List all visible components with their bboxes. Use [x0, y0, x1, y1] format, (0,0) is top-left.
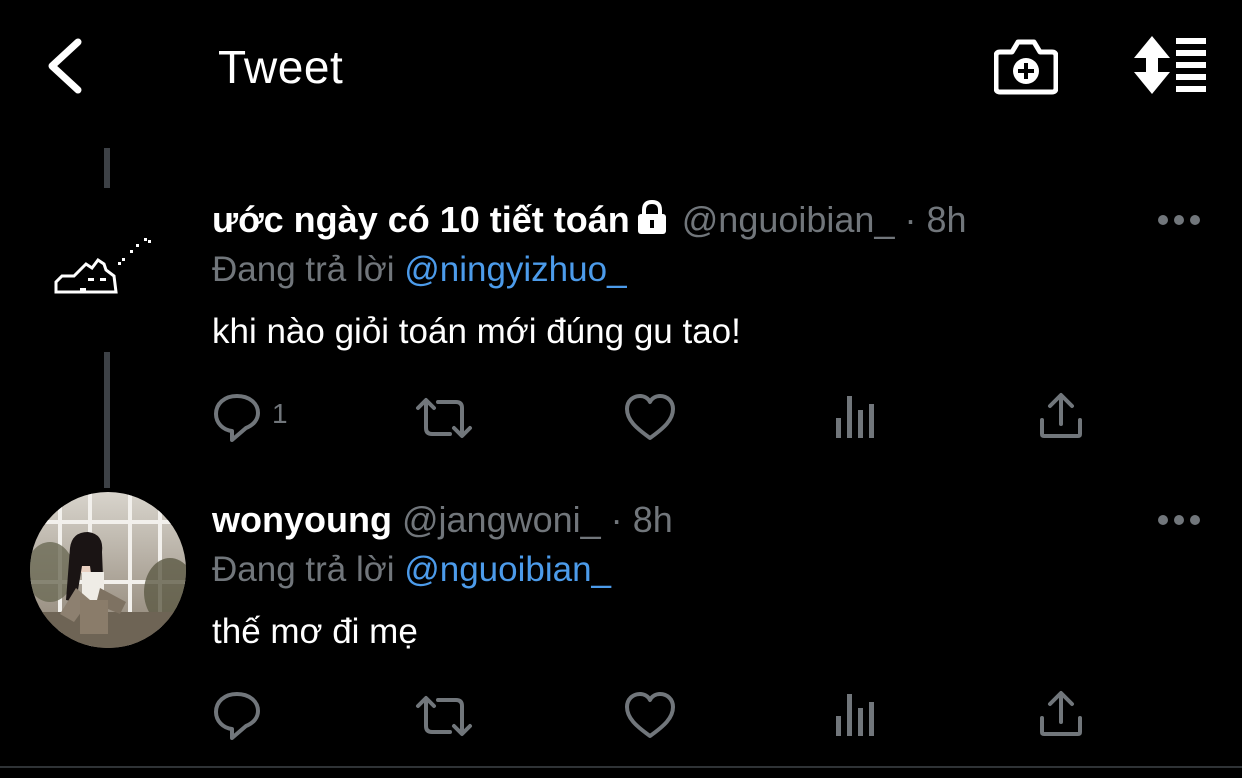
lock-icon — [637, 200, 666, 234]
retweet-icon — [416, 696, 472, 736]
reply-button[interactable] — [212, 688, 312, 744]
retweet-icon — [416, 398, 472, 438]
reply-count: 1 — [272, 398, 288, 429]
chevron-left-icon — [48, 38, 82, 94]
separator-dot: · — [610, 499, 623, 540]
analytics-button[interactable] — [834, 688, 878, 744]
mention-link[interactable]: @ningyizhuo_ — [404, 250, 626, 289]
sort-options-button[interactable] — [1130, 34, 1210, 96]
like-button[interactable] — [624, 390, 676, 446]
reply-icon — [214, 394, 260, 442]
more-options-button[interactable] — [1156, 210, 1202, 230]
user-handle[interactable]: @jangwoni_ — [402, 499, 601, 540]
top-nav-bar: Tweet — [0, 0, 1242, 140]
avatar[interactable] — [30, 192, 186, 348]
display-name[interactable]: ước ngày có 10 tiết toán — [212, 199, 630, 240]
user-handle[interactable]: @nguoibian_ — [682, 199, 895, 240]
replying-to-label: Đang trả lời — [212, 550, 395, 589]
tweet-header: wonyoung @jangwoni_ · 8h — [212, 498, 673, 542]
back-button[interactable] — [40, 34, 92, 98]
avatar[interactable] — [30, 492, 186, 648]
sort-list-icon — [1134, 36, 1206, 94]
heart-icon — [625, 692, 675, 738]
more-options-button[interactable] — [1156, 510, 1202, 530]
separator-dot: · — [904, 199, 917, 240]
share-icon — [1040, 691, 1082, 736]
retweet-button[interactable] — [414, 688, 474, 744]
share-button[interactable] — [1038, 688, 1084, 744]
heart-icon — [625, 394, 675, 440]
mention-link[interactable]: @nguoibian_ — [404, 550, 611, 589]
tweet-header: ước ngày có 10 tiết toán @nguoibian_ · 8… — [212, 198, 967, 242]
tweet-text: thế mơ đi mẹ — [212, 612, 418, 651]
tweet-actions — [0, 688, 1242, 744]
display-name[interactable]: wonyoung — [212, 499, 392, 540]
more-dots-icon — [1158, 515, 1200, 525]
tweet-actions: 1 — [0, 390, 1242, 446]
analytics-bar-icon — [836, 396, 874, 438]
page-title: Tweet — [218, 41, 344, 93]
tweet-text: khi nào giỏi toán mới đúng gu tao! — [212, 312, 741, 351]
camera-button[interactable] — [993, 34, 1059, 98]
retweet-button[interactable] — [414, 390, 474, 446]
thread-line-top — [104, 148, 110, 188]
reply-icon — [214, 692, 260, 740]
analytics-bar-icon — [836, 694, 874, 736]
sleeping-cat-avatar-image — [54, 238, 151, 294]
more-dots-icon — [1158, 215, 1200, 225]
reply-button[interactable]: 1 — [212, 390, 312, 446]
profile-photo-image — [30, 492, 186, 648]
replying-to: Đang trả lời @nguoibian_ — [212, 548, 611, 592]
timestamp[interactable]: 8h — [633, 499, 673, 540]
timestamp[interactable]: 8h — [927, 199, 967, 240]
analytics-button[interactable] — [834, 390, 878, 446]
share-button[interactable] — [1038, 390, 1084, 446]
camera-plus-icon — [993, 39, 1059, 95]
divider — [0, 766, 1242, 768]
replying-to: Đang trả lời @ningyizhuo_ — [212, 248, 627, 292]
like-button[interactable] — [624, 688, 676, 744]
share-icon — [1040, 393, 1082, 438]
replying-to-label: Đang trả lời — [212, 250, 395, 289]
